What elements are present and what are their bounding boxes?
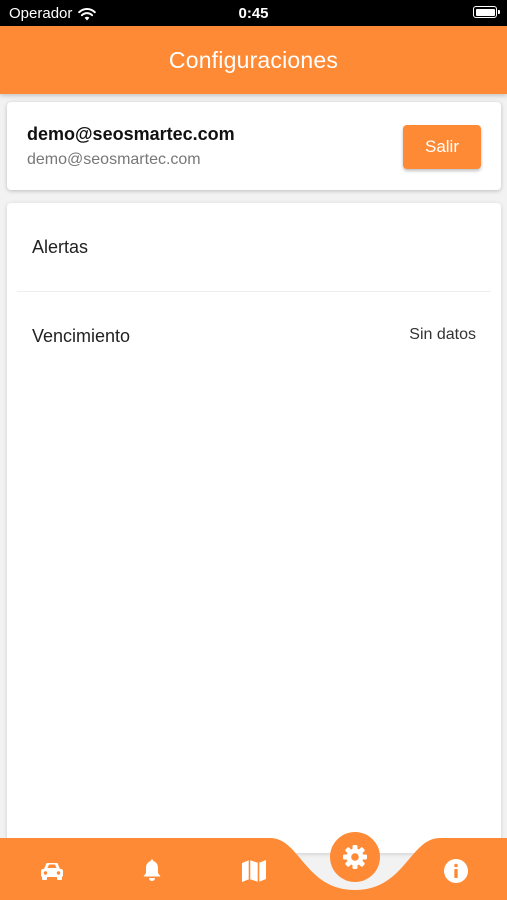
settings-item-label: Alertas xyxy=(32,237,89,257)
bottom-nav xyxy=(0,838,507,900)
settings-list: Alertas Vencimiento Sin datos xyxy=(7,203,501,853)
settings-item-label: Vencimiento xyxy=(32,326,131,346)
logout-button[interactable]: Salir xyxy=(403,125,481,169)
status-bar: Operador 0:45 xyxy=(0,0,507,26)
car-icon xyxy=(41,863,63,880)
status-time: 0:45 xyxy=(238,5,269,22)
settings-item-vencimiento[interactable]: Vencimiento Sin datos xyxy=(7,292,501,380)
info-icon xyxy=(444,859,468,883)
page-title: Configuraciones xyxy=(168,46,339,73)
gear-icon xyxy=(343,845,367,869)
nav-item-settings[interactable] xyxy=(330,832,380,882)
account-subtitle: demo@seosmartec.com xyxy=(27,151,201,168)
nav-item-vehicles[interactable] xyxy=(37,858,67,884)
nav-item-alerts[interactable] xyxy=(137,858,167,884)
account-email: demo@seosmartec.com xyxy=(27,124,235,144)
app-bar: Configuraciones xyxy=(0,26,507,94)
battery-icon xyxy=(473,6,500,18)
map-icon xyxy=(242,860,266,882)
bell-icon xyxy=(143,859,161,881)
settings-item-value: Sin datos xyxy=(409,326,476,343)
settings-item-alertas[interactable]: Alertas xyxy=(7,203,501,291)
account-card: demo@seosmartec.com demo@seosmartec.com … xyxy=(7,102,501,190)
nav-item-map[interactable] xyxy=(239,858,269,884)
nav-item-info[interactable] xyxy=(441,858,471,884)
